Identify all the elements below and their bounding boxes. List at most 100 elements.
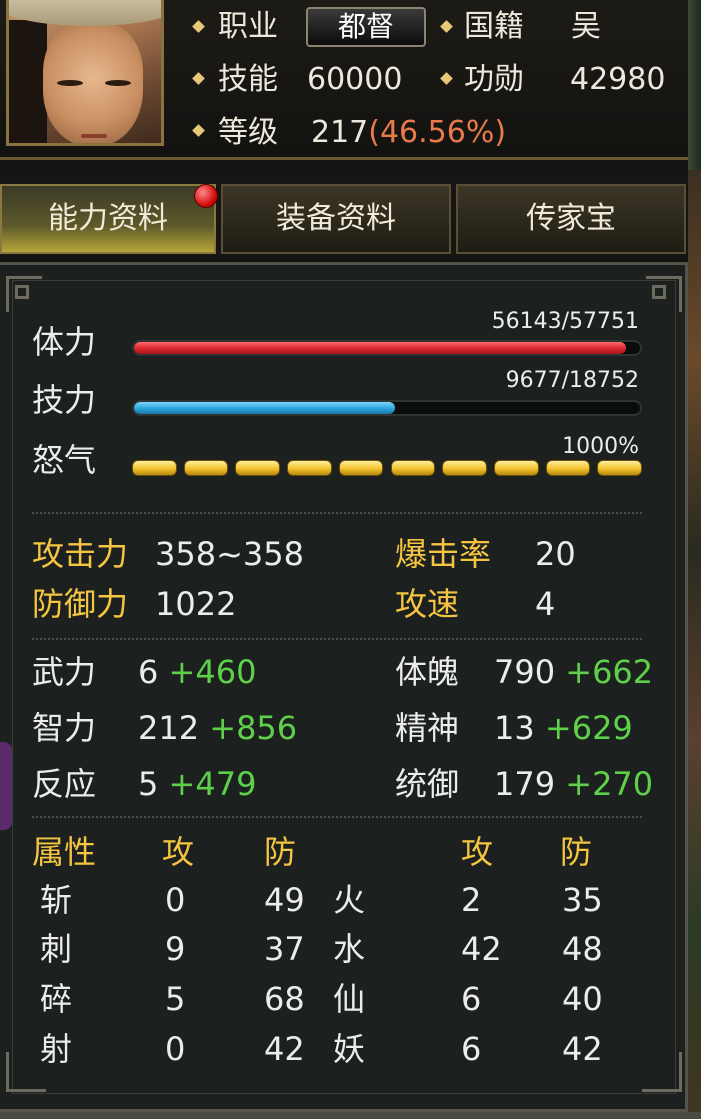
rage-segment — [597, 460, 642, 476]
element-type-header: 属性 — [32, 833, 97, 871]
attr-strength-bonus: +460 — [168, 653, 257, 691]
element-pierce-atk: 9 — [165, 930, 186, 968]
side-pull-tab[interactable] — [0, 742, 12, 830]
element-crush-def: 68 — [264, 980, 305, 1018]
rage-segment — [493, 460, 539, 476]
crit-label: 爆击率 — [395, 535, 492, 573]
tab-equipment[interactable]: 装备资料 — [221, 184, 451, 254]
element-shoot-def: 42 — [264, 1030, 305, 1068]
attack-speed-value: 4 — [535, 585, 556, 623]
merit-value: 42980 — [570, 62, 666, 97]
rage-value: 1000% — [562, 434, 639, 459]
element-immortal-atk: 6 — [461, 980, 482, 1018]
attr-spirit-base: 13 — [494, 709, 535, 747]
element-shoot-atk: 0 — [165, 1030, 186, 1068]
character-portrait[interactable] — [6, 0, 164, 146]
attr-spirit-label: 精神 — [395, 709, 460, 747]
skill-label: 技能 — [218, 62, 278, 97]
header-edge — [688, 0, 701, 170]
element-immortal-label: 仙 — [333, 980, 366, 1018]
attr-reflex-base: 5 — [138, 765, 159, 803]
mp-bar-fill — [134, 402, 396, 414]
attr-command-bonus: +270 — [565, 765, 654, 803]
defense-value: 1022 — [155, 585, 237, 623]
element-slash-def: 49 — [264, 881, 305, 919]
divider — [32, 638, 642, 640]
element-slash-atk: 0 — [165, 881, 186, 919]
level-value: 217 — [311, 115, 369, 150]
merit-label: 功勋 — [464, 62, 524, 97]
attr-physique-base: 790 — [494, 653, 556, 691]
hp-bar-fill — [134, 342, 626, 354]
divider — [32, 816, 642, 818]
element-immortal-def: 40 — [562, 980, 603, 1018]
element-demon-label: 妖 — [333, 1030, 366, 1068]
rage-segment — [287, 460, 332, 476]
element-shoot-label: 射 — [40, 1030, 73, 1068]
attr-command-label: 统御 — [395, 765, 460, 803]
attr-strength-base: 6 — [138, 653, 159, 691]
nation-value: 吴 — [571, 9, 601, 44]
mp-label: 技力 — [32, 381, 97, 419]
background-edge — [688, 170, 701, 1119]
job-label: 职业 — [218, 9, 278, 44]
rage-segment — [183, 460, 229, 476]
defense-label: 防御力 — [32, 585, 129, 623]
attack-speed-label: 攻速 — [395, 585, 460, 623]
tab-heirloom[interactable]: 传家宝 — [456, 184, 686, 254]
element-demon-def: 42 — [562, 1030, 603, 1068]
element-fire-def: 35 — [562, 881, 603, 919]
frame-corner-icon — [646, 276, 682, 312]
attr-reflex-bonus: +479 — [168, 765, 257, 803]
element-water-def: 48 — [562, 930, 603, 968]
element-atk2-header: 攻 — [461, 833, 494, 871]
divider — [32, 512, 642, 514]
frame-corner-icon — [642, 1052, 682, 1092]
attr-reflex-label: 反应 — [32, 765, 97, 803]
mp-value: 9677/18752 — [505, 368, 639, 393]
rage-segment — [390, 460, 436, 476]
tab-ability[interactable]: 能力资料 — [0, 184, 216, 254]
rage-segment — [442, 460, 487, 476]
attr-intellect-label: 智力 — [32, 709, 97, 747]
element-pierce-def: 37 — [264, 930, 305, 968]
rage-label: 怒气 — [32, 441, 97, 479]
attr-physique-bonus: +662 — [565, 653, 654, 691]
attr-strength-label: 武力 — [32, 653, 97, 691]
nation-label: 国籍 — [464, 9, 524, 44]
element-pierce-label: 刺 — [40, 930, 73, 968]
crit-value: 20 — [535, 535, 576, 573]
rage-segment — [132, 460, 177, 476]
attack-value: 358~358 — [155, 535, 304, 573]
hp-value: 56143/57751 — [491, 309, 639, 334]
element-def-header: 防 — [264, 833, 297, 871]
attr-intellect-bonus: +856 — [209, 709, 298, 747]
hp-bar — [132, 340, 642, 356]
rage-bar — [132, 460, 642, 478]
element-fire-label: 火 — [333, 881, 366, 919]
element-crush-atk: 5 — [165, 980, 186, 1018]
job-value-box: 都督 — [306, 7, 426, 47]
hp-label: 体力 — [32, 323, 97, 361]
element-slash-label: 斩 — [40, 881, 73, 919]
notification-dot-icon — [194, 184, 218, 208]
skill-value: 60000 — [307, 62, 403, 97]
rage-segment — [235, 460, 281, 476]
attack-label: 攻击力 — [32, 535, 129, 573]
element-crush-label: 碎 — [40, 980, 73, 1018]
mp-bar — [132, 400, 642, 416]
element-water-label: 水 — [333, 930, 366, 968]
element-def2-header: 防 — [560, 833, 593, 871]
attr-spirit-bonus: +629 — [544, 709, 633, 747]
rage-segment — [338, 460, 384, 476]
rage-segment — [545, 460, 591, 476]
level-label: 等级 — [218, 115, 278, 150]
element-demon-atk: 6 — [461, 1030, 482, 1068]
level-progress-pct: (46.56%) — [368, 115, 507, 150]
attr-intellect-base: 212 — [138, 709, 200, 747]
frame-corner-icon — [6, 276, 42, 312]
attr-physique-label: 体魄 — [395, 653, 460, 691]
element-water-atk: 42 — [461, 930, 502, 968]
element-atk-header: 攻 — [162, 833, 195, 871]
element-fire-atk: 2 — [461, 881, 482, 919]
